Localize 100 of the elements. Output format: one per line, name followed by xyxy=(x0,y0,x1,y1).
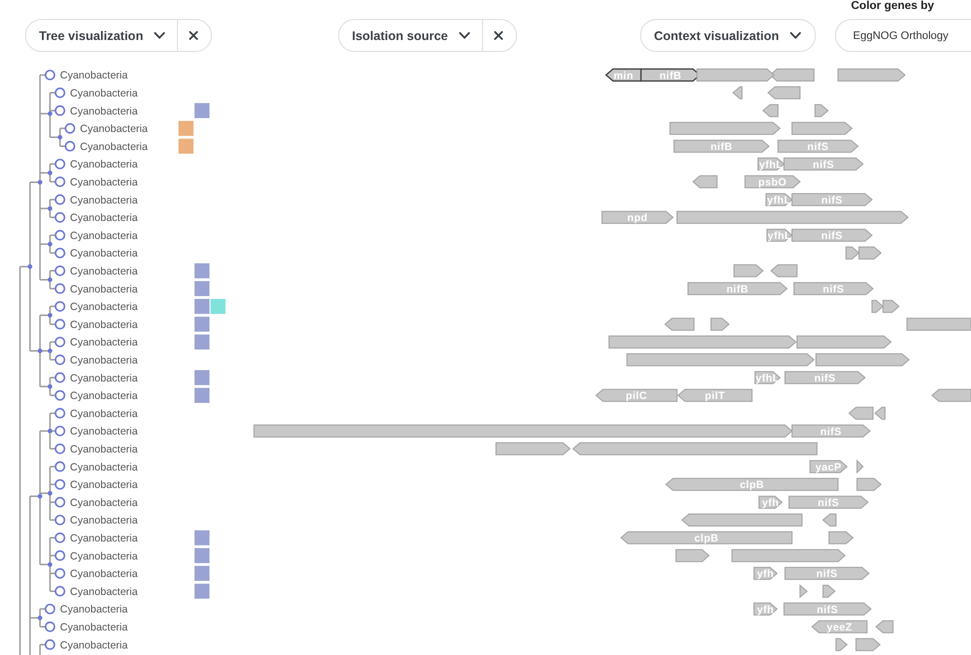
branch-node-icon xyxy=(48,348,52,354)
gene-label: yfh xyxy=(757,604,774,616)
leaf-label: Cyanobacteria xyxy=(70,408,138,420)
leaf-node-icon xyxy=(54,176,66,188)
branch-node-icon xyxy=(38,616,42,620)
leaf-node-icon xyxy=(54,461,66,472)
leaf-node-icon xyxy=(54,194,66,205)
close-icon xyxy=(494,31,503,40)
branch-node-icon xyxy=(48,170,52,176)
gene-label: psbO xyxy=(758,176,787,189)
gene-label: clpB xyxy=(740,479,764,492)
leaf-node-icon xyxy=(44,639,56,650)
leaf-label: Cyanobacteria xyxy=(70,212,138,224)
leaf-label: Cyanobacteria xyxy=(70,88,138,100)
gene-label: yfhL xyxy=(759,158,783,171)
leaf-node-icon xyxy=(54,479,66,490)
leaf-label: Cyanobacteria xyxy=(60,604,128,616)
filter-dropdown[interactable]: Context visualization xyxy=(640,19,816,52)
leaf-node-icon xyxy=(54,88,66,98)
leaf-label: Cyanobacteria xyxy=(70,390,138,402)
leaf-node-icon xyxy=(54,372,66,383)
field-label: Color genes by xyxy=(851,0,934,13)
leaf-node-icon xyxy=(54,283,66,294)
leaf-node-icon xyxy=(54,266,66,276)
leaf-label: Cyanobacteria xyxy=(60,639,128,652)
leaf-label: Cyanobacteria xyxy=(70,230,138,242)
leaf-node-icon xyxy=(54,514,66,526)
leaf-label: Cyanobacteria xyxy=(60,70,128,82)
filter-dropdown[interactable]: Isolation source xyxy=(338,19,482,52)
branch-node-icon xyxy=(48,428,52,434)
leaf-node-icon xyxy=(54,318,66,330)
gene-label: pilT xyxy=(704,390,726,402)
leaf-label: Cyanobacteria xyxy=(70,194,138,206)
leaf-label: Cyanobacteria xyxy=(70,532,138,544)
remove-filter-button[interactable] xyxy=(482,19,517,52)
gene-label: yfhL xyxy=(767,194,791,206)
branch-node-icon xyxy=(48,384,52,389)
gene-label: yfhL xyxy=(756,372,780,384)
branch-node-icon xyxy=(48,242,52,246)
gene-label: pilC xyxy=(626,390,648,402)
leaf-node-icon xyxy=(44,622,56,632)
leaf-node-icon xyxy=(54,532,66,544)
leaf-node-icon xyxy=(54,444,66,454)
filter-dropdown[interactable]: Tree visualization xyxy=(25,19,178,52)
branch-node-icon xyxy=(48,562,52,567)
gene-label: yacP xyxy=(815,461,842,474)
branch-node-icon xyxy=(38,180,42,185)
chevron-down-icon xyxy=(790,32,802,39)
leaf-node-icon xyxy=(54,248,66,258)
leaf-label: Cyanobacteria xyxy=(70,550,138,562)
leaf-label: Cyanobacteria xyxy=(70,514,138,527)
branch-node-icon xyxy=(38,494,42,499)
gene-label: yfh xyxy=(757,568,774,580)
leaf-node-icon xyxy=(54,496,66,508)
leaf-label: Cyanobacteria xyxy=(70,158,138,171)
gene-label: yfh xyxy=(762,497,779,509)
leaf-node-icon xyxy=(54,301,66,312)
leaf-label: Cyanobacteria xyxy=(70,461,138,474)
leaf-node-icon xyxy=(64,140,76,152)
leaf-node-icon xyxy=(54,390,66,401)
branch-node-icon xyxy=(38,348,42,354)
close-icon xyxy=(189,31,198,40)
leaf-label: Cyanobacteria xyxy=(70,568,138,580)
leaf-label: Cyanobacteria xyxy=(70,318,138,331)
leaf-label: Cyanobacteria xyxy=(80,123,148,136)
leaf-label: Cyanobacteria xyxy=(70,372,138,384)
leaf-label: Cyanobacteria xyxy=(70,176,138,188)
leaf-label: Cyanobacteria xyxy=(70,444,138,456)
leaf-node-icon xyxy=(54,212,66,223)
leaf-label: Cyanobacteria xyxy=(70,105,138,118)
color-genes-select[interactable]: EggNOG Orthology xyxy=(835,19,971,52)
chevron-down-icon xyxy=(458,32,470,39)
gene-label: yeeZ xyxy=(826,622,852,634)
branch-node-icon xyxy=(58,135,62,140)
leaf-label: Cyanobacteria xyxy=(70,426,138,438)
leaf-node-icon xyxy=(44,70,56,80)
branch-node-icon xyxy=(48,277,52,282)
leaf-node-icon xyxy=(54,105,66,116)
leaf-label: Cyanobacteria xyxy=(70,266,138,278)
leaf-node-icon xyxy=(54,586,66,596)
branch-node-icon xyxy=(48,313,52,318)
leaf-node-icon xyxy=(54,408,66,418)
leaf-label: Cyanobacteria xyxy=(70,248,138,260)
leaf-node-icon xyxy=(54,426,66,436)
leaf-label: Cyanobacteria xyxy=(70,586,138,598)
leaf-label: Cyanobacteria xyxy=(60,622,128,634)
leaf-node-icon xyxy=(54,354,66,366)
leaf-label: Cyanobacteria xyxy=(70,479,138,492)
leaf-node-icon xyxy=(54,230,66,240)
remove-filter-button[interactable] xyxy=(177,19,212,52)
gene-label: npd xyxy=(627,212,648,224)
leaf-label: Cyanobacteria xyxy=(80,140,148,153)
leaf-label: Cyanobacteria xyxy=(70,301,138,314)
leaf-label: Cyanobacteria xyxy=(70,496,138,509)
branch-node-icon xyxy=(28,264,32,269)
leaf-node-icon xyxy=(54,158,66,170)
leaf-node-icon xyxy=(64,123,76,134)
leaf-label: Cyanobacteria xyxy=(70,354,138,366)
chevron-down-icon xyxy=(154,32,166,39)
branch-node-icon xyxy=(48,111,52,116)
